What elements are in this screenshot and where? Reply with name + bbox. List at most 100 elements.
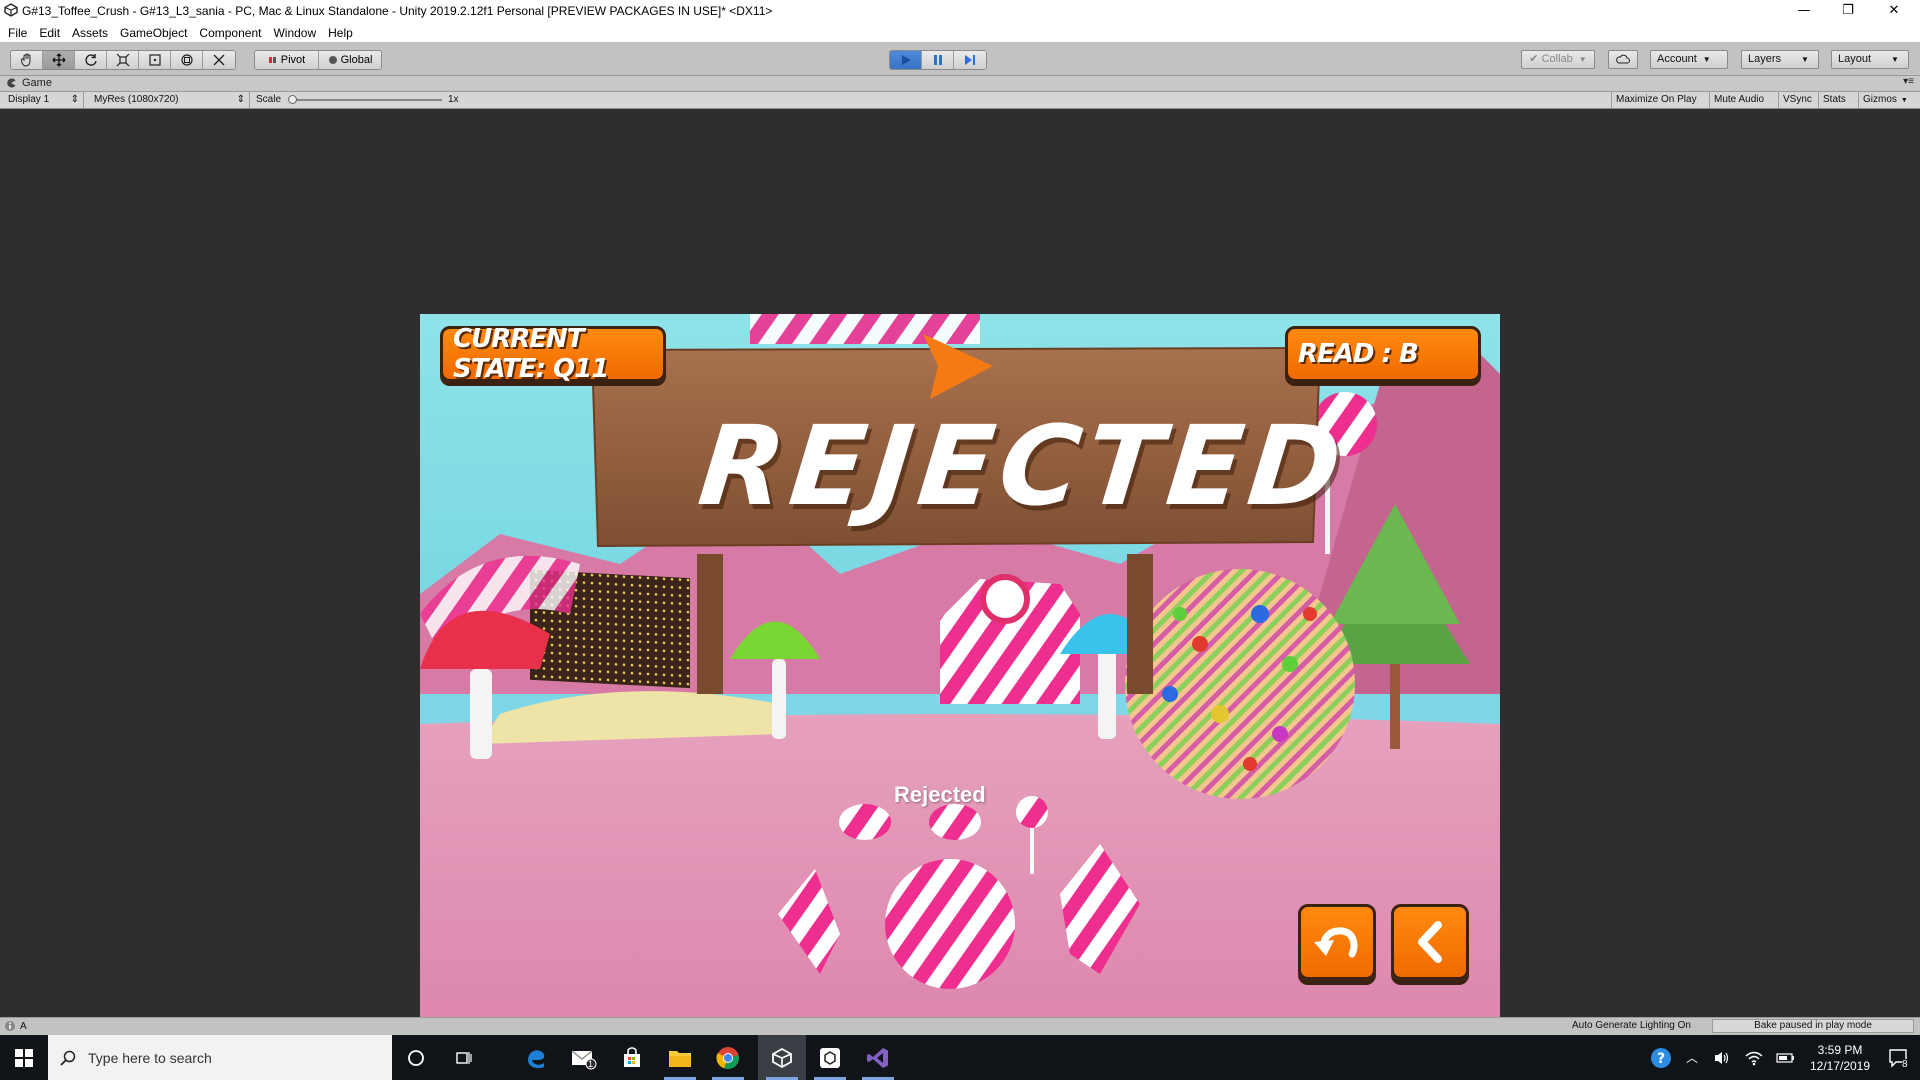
tab-game[interactable]: Game bbox=[6, 77, 52, 89]
move-tool-icon[interactable] bbox=[43, 51, 75, 69]
clock[interactable]: 3:59 PM 12/17/2019 bbox=[1802, 1035, 1878, 1080]
display-dropdown[interactable]: Display 1 ⇕ bbox=[4, 92, 84, 108]
result-sign-text: REJECTED bbox=[693, 402, 1353, 530]
mail-badge: 1 bbox=[588, 1059, 594, 1069]
menu-gameobject[interactable]: GameObject bbox=[114, 23, 193, 43]
global-toggle[interactable]: Global bbox=[319, 51, 381, 69]
edge-taskbar-button[interactable] bbox=[512, 1035, 560, 1080]
store-bag-icon bbox=[624, 1046, 640, 1067]
scale-control: Scale 1x bbox=[256, 94, 459, 105]
menu-edit[interactable]: Edit bbox=[33, 23, 66, 43]
task-view-icon bbox=[456, 1051, 472, 1064]
visual-studio-taskbar-button[interactable] bbox=[854, 1035, 902, 1080]
dropdown-arrow-icon: ▼ bbox=[1801, 55, 1809, 64]
game-tab-row: Game ▾≡ bbox=[0, 76, 1920, 92]
stats-toggle[interactable]: Stats bbox=[1818, 92, 1850, 108]
gizmos-dropdown[interactable]: Gizmos ▼ bbox=[1858, 92, 1920, 108]
folder-icon bbox=[669, 1050, 691, 1067]
windows-logo-icon bbox=[15, 1048, 33, 1067]
store-taskbar-button[interactable] bbox=[608, 1035, 656, 1080]
menu-help[interactable]: Help bbox=[322, 23, 359, 43]
maximize-on-play-toggle[interactable]: Maximize On Play bbox=[1611, 92, 1701, 108]
menu-file[interactable]: File bbox=[0, 23, 33, 43]
menu-component[interactable]: Component bbox=[193, 23, 267, 43]
pivot-toggle[interactable]: Pivot bbox=[255, 51, 319, 69]
vsync-toggle[interactable]: VSync bbox=[1778, 92, 1816, 108]
action-center-button[interactable]: 8 bbox=[1878, 1035, 1918, 1080]
game-render-canvas[interactable]: CURRENT STATE: Q11 READ : B REJECTED Rej… bbox=[420, 314, 1500, 1034]
scale-tool-icon[interactable] bbox=[107, 51, 139, 69]
step-button[interactable] bbox=[954, 51, 986, 69]
chevron-left-icon bbox=[1418, 921, 1442, 963]
unity-hub-taskbar-button[interactable] bbox=[806, 1035, 854, 1080]
pacman-icon bbox=[7, 78, 16, 88]
scale-slider[interactable] bbox=[292, 99, 442, 101]
updown-arrow-icon: ⇕ bbox=[70, 94, 79, 105]
network-button[interactable] bbox=[1740, 1035, 1768, 1080]
playback-controls bbox=[889, 50, 987, 70]
start-button[interactable] bbox=[0, 1035, 48, 1080]
visual-studio-icon bbox=[867, 1047, 888, 1068]
pause-icon bbox=[933, 55, 942, 65]
menu-bar: File Edit Assets GameObject Component Window H… bbox=[0, 22, 1920, 42]
cortana-button[interactable] bbox=[392, 1035, 440, 1080]
status-bar: A Auto Generate Lighting On Bake paused … bbox=[0, 1017, 1920, 1035]
transform-tool-icon[interactable] bbox=[171, 51, 203, 69]
hand-tool-icon[interactable] bbox=[11, 51, 43, 69]
minimize-button[interactable]: — bbox=[1782, 0, 1826, 22]
window-titlebar: G#13_Toffee_Crush - G#13_L3_sania - PC, … bbox=[0, 0, 1920, 22]
tray-overflow-button[interactable]: ︿ bbox=[1680, 1035, 1704, 1080]
speaker-icon bbox=[1715, 1051, 1729, 1064]
cloud-button[interactable] bbox=[1608, 50, 1638, 69]
unity-logo-icon bbox=[772, 1047, 792, 1068]
notification-count: 8 bbox=[1902, 1059, 1908, 1070]
mail-taskbar-button[interactable]: 1 bbox=[560, 1035, 608, 1080]
help-tray-button[interactable]: ? bbox=[1646, 1035, 1676, 1080]
windows-taskbar: Type here to search 1 ? ︿ 3:59 PM 12/17/… bbox=[0, 1035, 1920, 1080]
step-icon bbox=[965, 55, 975, 65]
current-state-badge: CURRENT STATE: Q11 bbox=[440, 324, 666, 384]
chevron-up-icon: ︿ bbox=[1685, 1051, 1698, 1065]
chrome-icon bbox=[716, 1046, 739, 1069]
clock-date: 12/17/2019 bbox=[1809, 1058, 1871, 1073]
wifi-icon bbox=[1745, 1051, 1763, 1065]
taskbar-search[interactable]: Type here to search bbox=[48, 1035, 392, 1080]
back-button[interactable] bbox=[1391, 904, 1469, 980]
console-status[interactable]: A bbox=[4, 1020, 27, 1032]
layers-dropdown[interactable]: Layers ▼ bbox=[1741, 50, 1819, 69]
close-button[interactable]: ✕ bbox=[1872, 0, 1916, 22]
restore-button[interactable]: ❐ bbox=[1826, 0, 1870, 22]
play-button[interactable] bbox=[890, 51, 922, 69]
volume-button[interactable] bbox=[1708, 1035, 1736, 1080]
battery-button[interactable] bbox=[1772, 1035, 1800, 1080]
auto-lighting-status: Auto Generate Lighting On bbox=[1572, 1020, 1691, 1031]
menu-window[interactable]: Window bbox=[267, 23, 322, 43]
collab-dropdown[interactable]: ✔ Collab ▼ bbox=[1521, 50, 1595, 69]
main-toolbar: Pivot Global ✔ Collab ▼ Account ▼ Layers ▼ … bbox=[0, 42, 1920, 76]
menu-assets[interactable]: Assets bbox=[66, 23, 114, 43]
undo-button[interactable] bbox=[1298, 904, 1376, 980]
bake-status: Bake paused in play mode bbox=[1712, 1019, 1914, 1033]
undo-icon bbox=[1314, 927, 1358, 958]
pivot-global-toggles: Pivot Global bbox=[254, 50, 382, 70]
rotate-tool-icon[interactable] bbox=[75, 51, 107, 69]
game-view-controls: Display 1 ⇕ MyRes (1080x720) ⇕ Scale 1x Ma… bbox=[0, 92, 1920, 109]
battery-icon bbox=[1776, 1052, 1794, 1063]
panel-menu-icon[interactable]: ▾≡ bbox=[1903, 76, 1914, 87]
resolution-dropdown[interactable]: MyRes (1080x720) ⇕ bbox=[90, 92, 250, 108]
scale-slider-thumb[interactable] bbox=[288, 95, 297, 104]
pivot-icon bbox=[268, 57, 276, 63]
rect-tool-icon[interactable] bbox=[139, 51, 171, 69]
account-dropdown[interactable]: Account ▼ bbox=[1650, 50, 1728, 69]
check-icon: ✔ bbox=[1529, 53, 1539, 65]
explorer-taskbar-button[interactable] bbox=[656, 1035, 704, 1080]
chrome-taskbar-button[interactable] bbox=[704, 1035, 752, 1080]
world-result-label: Rejected bbox=[894, 782, 986, 807]
task-view-button[interactable] bbox=[440, 1035, 488, 1080]
mute-audio-toggle[interactable]: Mute Audio bbox=[1709, 92, 1768, 108]
custom-tool-icon[interactable] bbox=[203, 51, 235, 69]
pause-button[interactable] bbox=[922, 51, 954, 69]
layout-dropdown[interactable]: Layout ▼ bbox=[1831, 50, 1909, 69]
unity-hub-icon bbox=[820, 1047, 840, 1068]
unity-taskbar-button[interactable] bbox=[758, 1035, 806, 1080]
